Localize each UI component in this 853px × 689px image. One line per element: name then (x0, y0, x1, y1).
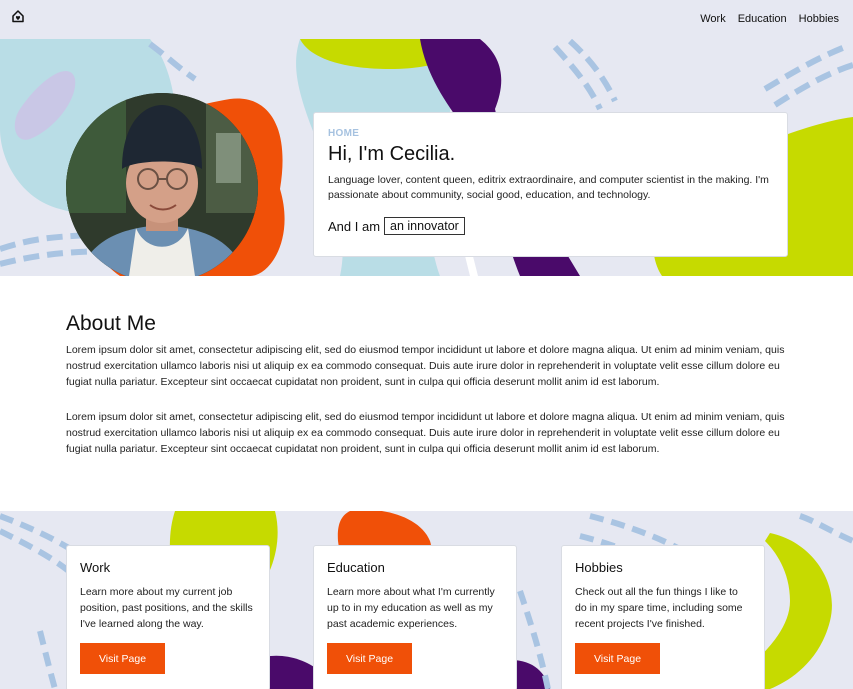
card-text: Learn more about my current job position… (80, 586, 253, 630)
role-line: And I am an innovator (328, 217, 773, 235)
intro-card: HOME Hi, I'm Cecilia. Language lover, co… (313, 112, 788, 257)
visit-work-button[interactable]: Visit Page (80, 643, 165, 674)
nav-link-hobbies[interactable]: Hobbies (799, 13, 839, 25)
home-heart-icon[interactable] (11, 9, 25, 23)
card-text: Learn more about what I'm currently up t… (327, 586, 495, 630)
visit-education-button[interactable]: Visit Page (327, 643, 412, 674)
hero-title: Hi, I'm Cecilia. (328, 143, 456, 165)
visit-hobbies-button[interactable]: Visit Page (575, 643, 660, 674)
nav-links: Work Education Hobbies (700, 13, 839, 25)
about-heading: About Me (66, 312, 156, 335)
hero-section: HOME Hi, I'm Cecilia. Language lover, co… (0, 39, 853, 276)
card-work: Work Learn more about my current job pos… (66, 545, 270, 689)
about-section: About Me Lorem ipsum dolor sit amet, con… (0, 276, 853, 511)
page-kicker: HOME (328, 128, 360, 139)
nav-link-work[interactable]: Work (700, 13, 725, 25)
role-prefix: And I am (328, 218, 381, 234)
card-title: Education (327, 560, 385, 575)
card-education: Education Learn more about what I'm curr… (313, 545, 517, 689)
about-paragraph: Lorem ipsum dolor sit amet, consectetur … (66, 411, 785, 455)
card-title: Hobbies (575, 560, 623, 575)
card-text: Check out all the fun things I like to d… (575, 586, 743, 630)
page-cards-section: Work Learn more about my current job pos… (0, 511, 853, 689)
navbar: Work Education Hobbies (0, 0, 853, 39)
about-paragraph: Lorem ipsum dolor sit amet, consectetur … (66, 344, 785, 388)
role-typewriter: an innovator (384, 217, 465, 235)
card-title: Work (80, 560, 111, 575)
nav-link-education[interactable]: Education (738, 13, 787, 25)
hero-description: Language lover, content queen, editrix e… (328, 174, 769, 201)
profile-photo (66, 93, 258, 276)
card-hobbies: Hobbies Check out all the fun things I l… (561, 545, 765, 689)
